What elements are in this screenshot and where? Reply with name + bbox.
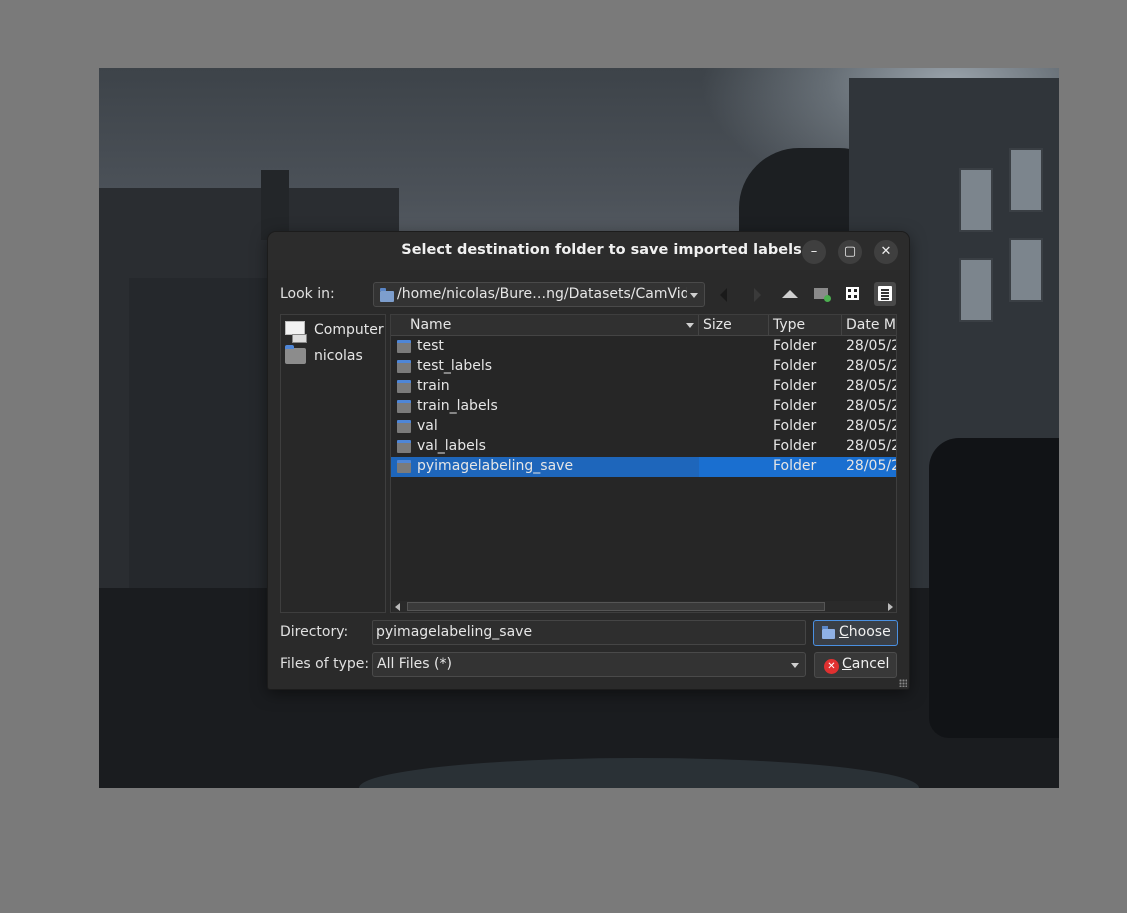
file-row[interactable]: test_labels Folder 28/05/2: [391, 357, 897, 377]
places-sidebar: Computer nicolas: [280, 314, 386, 613]
building-window: [959, 168, 993, 232]
folder-icon: [397, 420, 411, 433]
file-type-combo[interactable]: All Files (*): [372, 652, 806, 677]
look-in-label: Look in:: [280, 286, 335, 302]
file-name: val: [417, 418, 438, 434]
folder-icon: [822, 626, 835, 639]
file-row[interactable]: test Folder 28/05/2: [391, 337, 897, 357]
column-header-label: Name: [410, 317, 452, 333]
file-date: 28/05/2: [846, 338, 897, 354]
files-of-type-label: Files of type:: [280, 656, 370, 672]
cancel-mnemonic: C: [842, 656, 852, 672]
new-folder-icon: [814, 288, 831, 302]
file-date: 28/05/2: [846, 438, 897, 454]
title-bar[interactable]: Select destination folder to save import…: [268, 232, 909, 270]
file-type: Folder: [773, 398, 817, 414]
cancel-button[interactable]: ✕ Cancel: [814, 652, 897, 678]
file-name: pyimagelabeling_save: [417, 458, 574, 474]
folder-icon: [397, 460, 411, 473]
file-type-value: All Files (*): [377, 656, 452, 672]
file-type: Folder: [773, 418, 817, 434]
file-date: 28/05/2: [846, 378, 897, 394]
file-date: 28/05/2: [846, 398, 897, 414]
sidebar-item-computer[interactable]: Computer: [285, 320, 384, 343]
file-list: Name Size Type Date Mo test Folder 28/05…: [390, 314, 897, 613]
choose-label: hoose: [848, 624, 891, 640]
folder-select-dialog: Select destination folder to save import…: [268, 232, 909, 689]
file-name: train_labels: [417, 398, 498, 414]
cancel-icon: ✕: [824, 659, 839, 674]
folder-icon: [397, 380, 411, 393]
directory-input[interactable]: pyimagelabeling_save: [372, 620, 806, 645]
forward-arrow-icon: [754, 288, 761, 302]
column-header-type[interactable]: Type: [769, 315, 842, 336]
up-arrow-icon: [782, 290, 798, 298]
maximize-button[interactable]: ▢: [838, 240, 862, 264]
folder-icon: [397, 440, 411, 453]
building-window: [1009, 238, 1043, 302]
file-type: Folder: [773, 458, 817, 474]
folder-icon: [397, 400, 411, 413]
back-arrow-icon: [720, 288, 727, 302]
column-header-size[interactable]: Size: [699, 315, 769, 336]
file-row[interactable]: val Folder 28/05/2: [391, 417, 897, 437]
column-header-name[interactable]: Name: [391, 315, 699, 336]
detail-view-icon: [878, 286, 892, 301]
file-date: 28/05/2: [846, 458, 897, 474]
directory-label: Directory:: [280, 624, 349, 640]
resize-grip-icon[interactable]: [899, 679, 907, 687]
scroll-right-icon[interactable]: [888, 603, 893, 611]
file-date: 28/05/2: [846, 358, 897, 374]
file-row[interactable]: train Folder 28/05/2: [391, 377, 897, 397]
close-button[interactable]: ✕: [874, 240, 898, 264]
list-view-button[interactable]: [842, 282, 864, 306]
building-window: [1009, 148, 1043, 212]
file-type: Folder: [773, 438, 817, 454]
chevron-down-icon: [690, 293, 698, 298]
file-type: Folder: [773, 338, 817, 354]
file-row[interactable]: train_labels Folder 28/05/2: [391, 397, 897, 417]
scroll-left-icon[interactable]: [395, 603, 400, 611]
list-view-icon: [846, 287, 859, 300]
file-row-selected[interactable]: pyimagelabeling_save Folder 28/05/2: [391, 457, 897, 477]
file-name: train: [417, 378, 450, 394]
sidebar-item-label: nicolas: [314, 348, 363, 364]
look-in-path: /home/nicolas/Bure…ng/Datasets/CamVid: [397, 286, 687, 302]
parked-car: [929, 438, 1059, 738]
create-folder-button[interactable]: [811, 282, 833, 306]
file-name: test_labels: [417, 358, 493, 374]
look-in-combo[interactable]: /home/nicolas/Bure…ng/Datasets/CamVid: [373, 282, 705, 307]
chimney: [261, 170, 289, 240]
dialog-title: Select destination folder to save import…: [401, 242, 802, 258]
file-date: 28/05/2: [846, 418, 897, 434]
sidebar-item-label: Computer: [314, 322, 384, 338]
folder-icon: [380, 288, 394, 302]
file-row[interactable]: val_labels Folder 28/05/2: [391, 437, 897, 457]
folder-icon: [397, 340, 411, 353]
cancel-label: ancel: [851, 656, 890, 672]
detail-view-button[interactable]: [874, 282, 896, 306]
column-header-date[interactable]: Date Mo: [842, 315, 896, 336]
forward-button[interactable]: [746, 282, 768, 306]
file-name: test: [417, 338, 444, 354]
file-name: val_labels: [417, 438, 486, 454]
horizontal-scrollbar[interactable]: [392, 601, 896, 612]
back-button[interactable]: [714, 282, 736, 306]
sort-descending-icon: [686, 323, 694, 328]
computer-icon: [285, 321, 307, 343]
home-folder-icon: [285, 345, 306, 364]
file-type: Folder: [773, 378, 817, 394]
parent-directory-button[interactable]: [779, 282, 801, 306]
building-window: [959, 258, 993, 322]
scrollbar-thumb[interactable]: [407, 602, 825, 611]
chevron-down-icon: [791, 663, 799, 668]
file-type: Folder: [773, 358, 817, 374]
sidebar-item-nicolas[interactable]: nicolas: [285, 345, 383, 368]
folder-icon: [397, 360, 411, 373]
choose-button[interactable]: Choose: [813, 620, 898, 646]
choose-mnemonic: C: [839, 624, 849, 640]
minimize-button[interactable]: –: [802, 240, 826, 264]
